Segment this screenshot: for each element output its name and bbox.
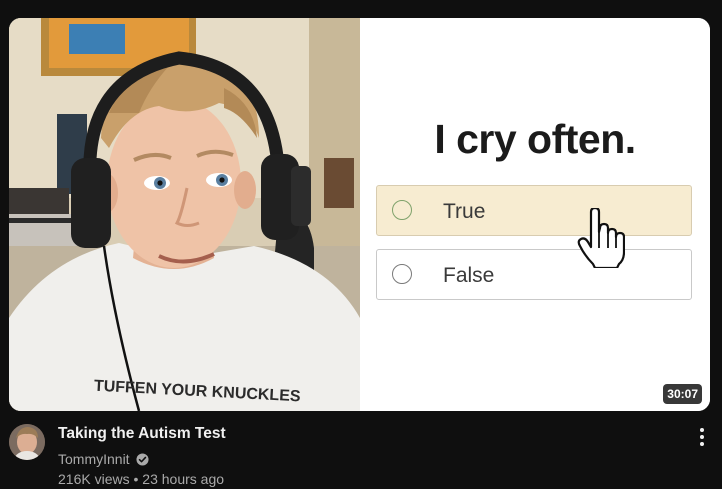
thumbnail-photo: TUFFEN YOUR KNUCKLES: [9, 18, 360, 411]
channel-name-row[interactable]: TommyInnit: [58, 451, 149, 467]
channel-avatar[interactable]: [9, 424, 45, 460]
video-thumbnail[interactable]: TUFFEN YOUR KNUCKLES I cry often. True F…: [9, 18, 710, 411]
hand-pointer-icon: [577, 208, 625, 268]
channel-name[interactable]: TommyInnit: [58, 451, 130, 467]
quiz-panel: I cry often. True False: [360, 18, 710, 411]
quiz-option-true: True: [376, 185, 692, 236]
verified-check-icon: [136, 452, 149, 466]
upload-age: 23 hours ago: [142, 471, 225, 487]
stats-separator: •: [133, 471, 139, 487]
video-card: TUFFEN YOUR KNUCKLES I cry often. True F…: [0, 0, 722, 489]
view-count: 216K views: [58, 471, 130, 487]
video-stats: 216K views • 23 hours ago: [58, 471, 224, 487]
duration-badge: 30:07: [663, 384, 702, 404]
radio-icon: [392, 264, 412, 284]
quiz-option-label: True: [443, 200, 486, 223]
quiz-option-label: False: [443, 264, 495, 287]
more-vertical-icon[interactable]: [692, 426, 712, 448]
video-title[interactable]: Taking the Autism Test: [58, 425, 226, 443]
quiz-option-false: False: [376, 249, 692, 300]
quiz-question: I cry often.: [434, 116, 636, 162]
radio-icon: [392, 200, 412, 220]
